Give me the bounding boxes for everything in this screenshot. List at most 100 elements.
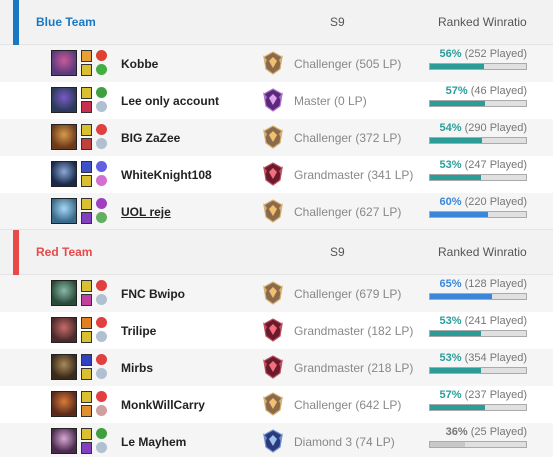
primary-rune-icon[interactable]: [96, 280, 107, 291]
winratio-bar-fill: [430, 442, 465, 447]
player-name[interactable]: Lee only account: [121, 94, 219, 108]
summoner-spell-icon[interactable]: [81, 428, 92, 440]
secondary-rune-icon[interactable]: [96, 368, 107, 379]
summoner-spell-icon[interactable]: [81, 294, 92, 306]
challenger-icon: [262, 199, 284, 223]
secondary-rune-icon[interactable]: [96, 138, 107, 149]
summoner-spell-icon[interactable]: [81, 368, 92, 380]
summoner-spell-icon[interactable]: [81, 175, 92, 187]
summoner-spell-icon[interactable]: [81, 87, 92, 99]
winratio-percent: 54%: [439, 122, 462, 134]
games-played: (252 Played): [464, 48, 527, 60]
player-row: BIG ZaZee Challenger (372 LP) 54% (290 Pla…: [0, 119, 553, 156]
winratio-bar: [429, 63, 527, 70]
winratio-bar: [429, 441, 527, 448]
secondary-rune-icon[interactable]: [96, 294, 107, 305]
games-played: (290 Played): [464, 122, 527, 134]
summoner-spell-icon[interactable]: [81, 161, 92, 173]
player-name[interactable]: MonkWillCarry: [121, 398, 205, 412]
winratio-bar-fill: [430, 101, 485, 106]
red-season-column-header: S9: [330, 245, 345, 259]
summoner-spells: [81, 161, 93, 189]
player-name[interactable]: FNC Bwipo: [121, 287, 185, 301]
player-row: Mirbs Grandmaster (218 LP) 53% (354 Played…: [0, 349, 553, 386]
player-name[interactable]: Mirbs: [121, 361, 153, 375]
secondary-rune-icon[interactable]: [96, 64, 107, 75]
primary-rune-icon[interactable]: [96, 161, 107, 172]
runes: [96, 280, 108, 308]
winratio-text: 53% (354 Played): [429, 352, 527, 364]
primary-rune-icon[interactable]: [96, 391, 107, 402]
winratio-text: 65% (128 Played): [429, 278, 527, 290]
primary-rune-icon[interactable]: [96, 50, 107, 61]
winratio-bar: [429, 367, 527, 374]
winratio-bar: [429, 404, 527, 411]
secondary-rune-icon[interactable]: [96, 405, 107, 416]
summoner-spells: [81, 50, 93, 78]
runes: [96, 198, 108, 226]
secondary-rune-icon[interactable]: [96, 331, 107, 342]
summoner-spells: [81, 124, 93, 152]
champion-portrait-icon[interactable]: [51, 354, 77, 380]
champion-portrait-icon[interactable]: [51, 428, 77, 454]
summoner-spells: [81, 428, 93, 456]
primary-rune-icon[interactable]: [96, 317, 107, 328]
games-played: (237 Played): [464, 389, 527, 401]
summoner-spell-icon[interactable]: [81, 101, 92, 113]
secondary-rune-icon[interactable]: [96, 442, 107, 453]
player-name[interactable]: WhiteKnight108: [121, 168, 212, 182]
red-team-accent-bar: [13, 230, 19, 275]
summoner-spell-icon[interactable]: [81, 405, 92, 417]
winratio-text: 54% (290 Played): [429, 122, 527, 134]
player-row: Kobbe Challenger (505 LP) 56% (252 Played): [0, 45, 553, 82]
summoner-spell-icon[interactable]: [81, 331, 92, 343]
player-rank: Challenger (642 LP): [294, 398, 402, 412]
winratio-text: 53% (241 Played): [429, 315, 527, 327]
champion-portrait-icon[interactable]: [51, 280, 77, 306]
runes: [96, 317, 108, 345]
champion-portrait-icon[interactable]: [51, 198, 77, 224]
summoner-spell-icon[interactable]: [81, 354, 92, 366]
summoner-spell-icon[interactable]: [81, 64, 92, 76]
player-name[interactable]: Le Mayhem: [121, 435, 186, 449]
summoner-spell-icon[interactable]: [81, 317, 92, 329]
primary-rune-icon[interactable]: [96, 198, 107, 209]
champion-portrait-icon[interactable]: [51, 391, 77, 417]
summoner-spell-icon[interactable]: [81, 198, 92, 210]
secondary-rune-icon[interactable]: [96, 175, 107, 186]
summoner-spell-icon[interactable]: [81, 124, 92, 136]
summoner-spell-icon[interactable]: [81, 280, 92, 292]
secondary-rune-icon[interactable]: [96, 101, 107, 112]
summoner-spell-icon[interactable]: [81, 212, 92, 224]
champion-portrait-icon[interactable]: [51, 161, 77, 187]
summoner-spell-icon[interactable]: [81, 442, 92, 454]
winratio-bar-fill: [430, 294, 493, 299]
player-rank: Diamond 3 (74 LP): [294, 435, 395, 449]
primary-rune-icon[interactable]: [96, 354, 107, 365]
champion-portrait-icon[interactable]: [51, 50, 77, 76]
player-name[interactable]: UOL reje: [121, 205, 171, 219]
primary-rune-icon[interactable]: [96, 87, 107, 98]
champion-portrait-icon[interactable]: [51, 124, 77, 150]
winratio-percent: 60%: [439, 196, 462, 208]
player-name[interactable]: Trilipe: [121, 324, 156, 338]
winratio-text: 56% (252 Played): [429, 48, 527, 60]
player-name[interactable]: BIG ZaZee: [121, 131, 180, 145]
master-icon: [262, 88, 284, 112]
champion-portrait-icon[interactable]: [51, 87, 77, 113]
primary-rune-icon[interactable]: [96, 124, 107, 135]
runes: [96, 391, 108, 419]
player-name[interactable]: Kobbe: [121, 57, 158, 71]
player-row: Le Mayhem Diamond 3 (74 LP) 36% (25 Played…: [0, 423, 553, 457]
challenger-icon: [262, 125, 284, 149]
champion-portrait-icon[interactable]: [51, 317, 77, 343]
summoner-spell-icon[interactable]: [81, 391, 92, 403]
blue-team-title: Blue Team: [36, 15, 96, 29]
summoner-spells: [81, 198, 93, 226]
red-winratio-column-header: Ranked Winratio: [438, 245, 527, 259]
summoner-spell-icon[interactable]: [81, 138, 92, 150]
winratio-percent: 36%: [445, 426, 468, 438]
summoner-spell-icon[interactable]: [81, 50, 92, 62]
primary-rune-icon[interactable]: [96, 428, 107, 439]
secondary-rune-icon[interactable]: [96, 212, 107, 223]
